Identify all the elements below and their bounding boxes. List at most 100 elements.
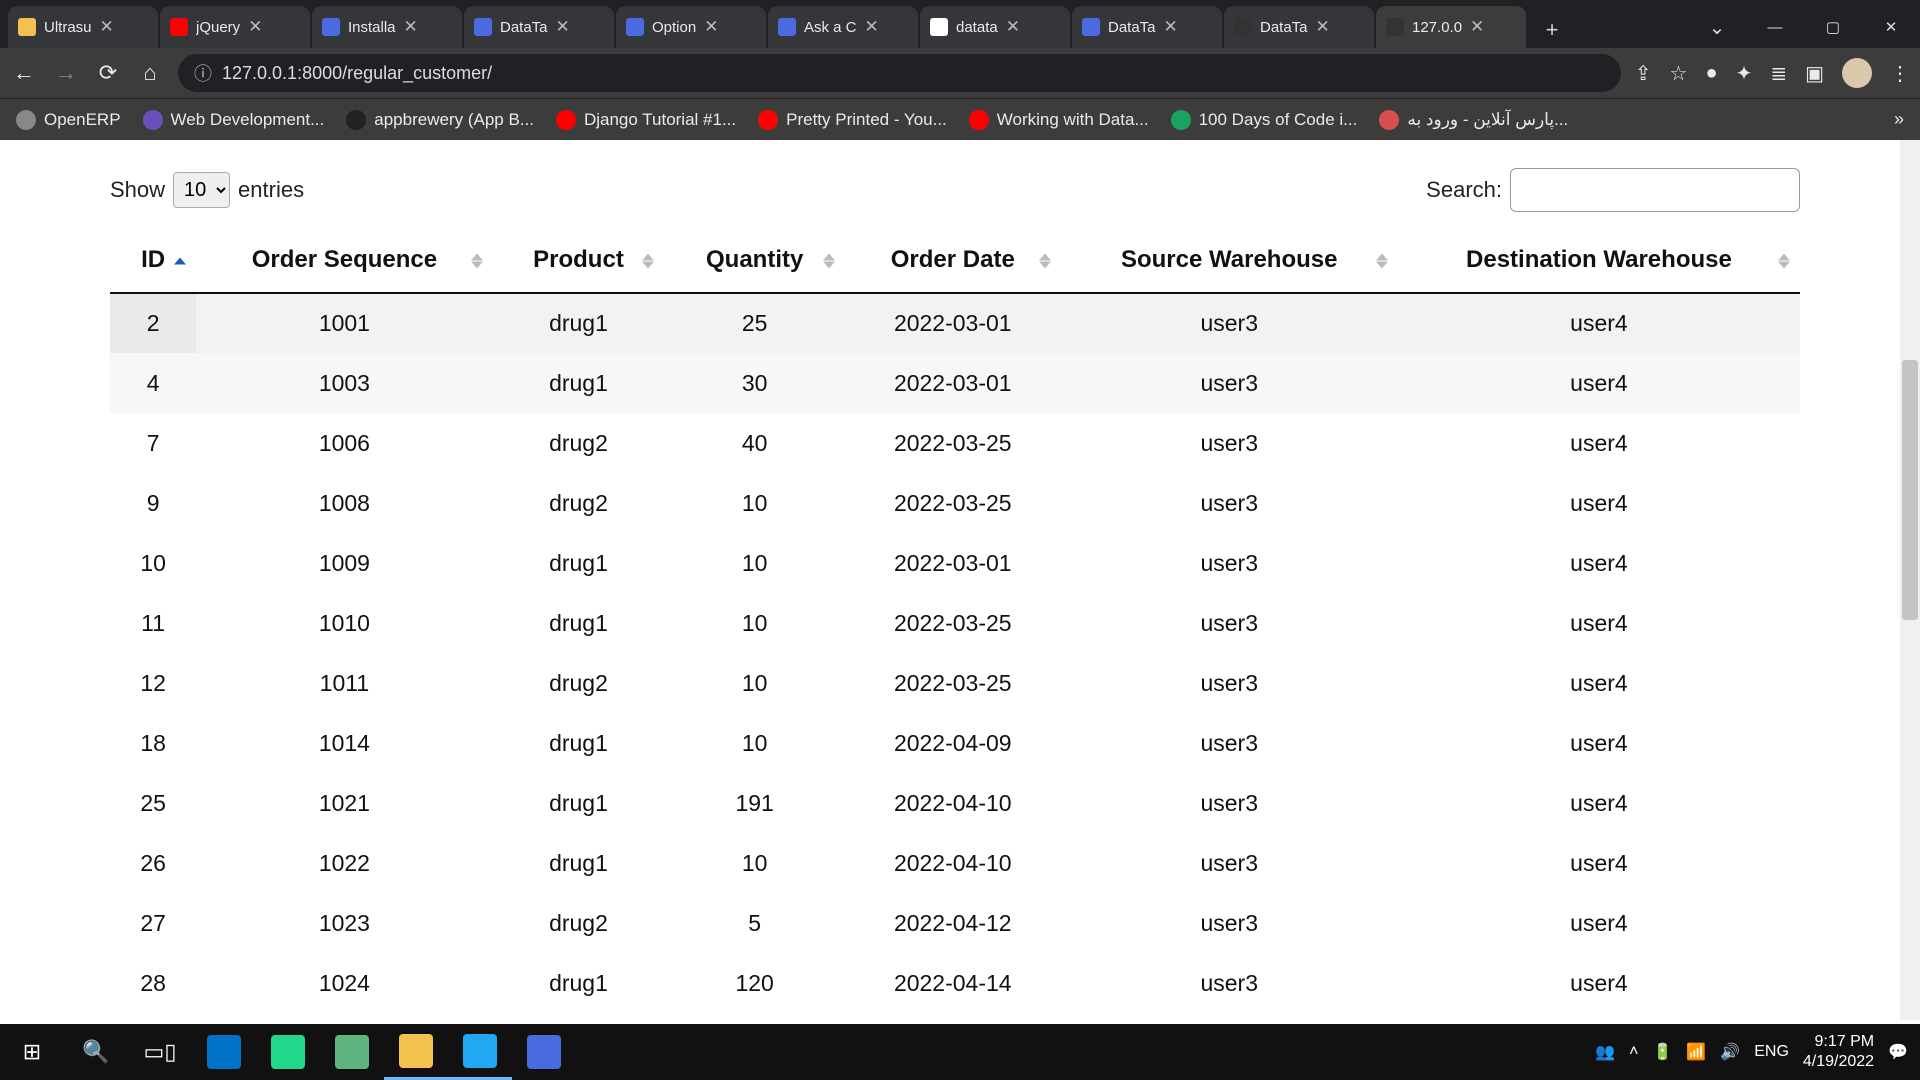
bookmark-item[interactable]: Web Development... — [143, 110, 325, 130]
table-row[interactable]: 251021drug11912022-04-10user3user4 — [110, 773, 1800, 833]
home-button[interactable]: ⌂ — [136, 59, 164, 87]
tab-favicon-icon — [778, 18, 796, 36]
tab-close-icon[interactable]: ✕ — [404, 17, 418, 37]
bookmark-label: پارس آنلاین - ورود به... — [1407, 110, 1568, 130]
bookmark-item[interactable]: پارس آنلاین - ورود به... — [1379, 110, 1568, 130]
table-row[interactable]: 71006drug2402022-03-25user3user4 — [110, 413, 1800, 473]
browser-tab[interactable]: DataTa ✕ — [1072, 6, 1222, 48]
column-header[interactable]: Destination Warehouse — [1398, 230, 1800, 293]
browser-tab[interactable]: DataTa ✕ — [464, 6, 614, 48]
column-header[interactable]: Order Date — [845, 230, 1061, 293]
browser-tab[interactable]: Ask a C ✕ — [768, 6, 918, 48]
taskbar-app-chrome[interactable] — [384, 1024, 448, 1080]
extensions-icon[interactable]: ✦ — [1736, 61, 1753, 86]
bookmark-item[interactable]: Django Tutorial #1... — [556, 110, 736, 130]
table-cell: 10 — [664, 653, 845, 713]
taskbar-app-outlook[interactable] — [192, 1024, 256, 1080]
window-maximize-button[interactable]: ▢ — [1804, 6, 1862, 48]
column-header[interactable]: Source Warehouse — [1061, 230, 1398, 293]
tab-close-icon[interactable]: ✕ — [865, 17, 879, 37]
column-header[interactable]: Product — [493, 230, 665, 293]
site-info-icon[interactable]: ⓘ — [194, 60, 212, 86]
tab-close-icon[interactable]: ✕ — [1470, 17, 1484, 37]
tab-close-icon[interactable]: ✕ — [1164, 17, 1178, 37]
reading-list-icon[interactable]: ≣ — [1770, 61, 1787, 86]
tabs-dropdown-button[interactable]: ⌄ — [1688, 6, 1746, 48]
battery-icon[interactable]: 🔋 — [1652, 1042, 1672, 1062]
table-row[interactable]: 261022drug1102022-04-10user3user4 — [110, 833, 1800, 893]
reload-button[interactable]: ⟳ — [94, 59, 122, 87]
table-cell: user4 — [1398, 653, 1800, 713]
search-input[interactable] — [1510, 168, 1800, 212]
taskbar-app-tool[interactable] — [512, 1024, 576, 1080]
pycharm-icon — [271, 1035, 305, 1069]
bookmark-item[interactable]: appbrewery (App B... — [346, 110, 534, 130]
vertical-scrollbar[interactable] — [1900, 140, 1920, 1020]
bookmark-label: 100 Days of Code i... — [1199, 110, 1358, 130]
bookmark-item[interactable]: Pretty Printed - You... — [758, 110, 947, 130]
side-panel-icon[interactable]: ▣ — [1805, 61, 1824, 86]
scrollbar-thumb[interactable] — [1902, 360, 1918, 620]
table-row[interactable]: 21001drug1252022-03-01user3user4 — [110, 293, 1800, 353]
taskbar-app-pycharm[interactable] — [256, 1024, 320, 1080]
table-row[interactable]: 121011drug2102022-03-25user3user4 — [110, 653, 1800, 713]
back-button[interactable]: ← — [10, 59, 38, 87]
table-row[interactable]: 41003drug1302022-03-01user3user4 — [110, 353, 1800, 413]
table-row[interactable]: 181014drug1102022-04-09user3user4 — [110, 713, 1800, 773]
column-header[interactable]: Order Sequence — [196, 230, 492, 293]
taskbar-app-atom[interactable] — [320, 1024, 384, 1080]
table-cell: drug1 — [493, 293, 665, 353]
tab-close-icon[interactable]: ✕ — [1006, 17, 1020, 37]
bookmark-star-icon[interactable]: ☆ — [1670, 61, 1688, 86]
browser-tab[interactable]: DataTa ✕ — [1224, 6, 1374, 48]
browser-tab[interactable]: Option ✕ — [616, 6, 766, 48]
new-tab-button[interactable]: + — [1534, 12, 1570, 48]
share-icon[interactable]: ⇪ — [1635, 61, 1652, 86]
window-minimize-button[interactable]: — — [1746, 6, 1804, 48]
table-row[interactable]: 91008drug2102022-03-25user3user4 — [110, 473, 1800, 533]
browser-tab[interactable]: Installa ✕ — [312, 6, 462, 48]
profile-avatar[interactable] — [1842, 58, 1872, 88]
system-clock[interactable]: 9:17 PM 4/19/2022 — [1803, 1032, 1874, 1072]
people-icon[interactable]: 👥 — [1595, 1042, 1615, 1062]
language-indicator[interactable]: ENG — [1754, 1043, 1789, 1061]
table-cell: drug1 — [493, 773, 665, 833]
column-header[interactable]: ID — [110, 230, 196, 293]
browser-tab[interactable]: datata ✕ — [920, 6, 1070, 48]
sort-icon — [174, 258, 186, 265]
taskbar-search-button[interactable]: 🔍 — [64, 1024, 128, 1080]
notifications-icon[interactable]: 💬 — [1888, 1042, 1908, 1062]
tab-close-icon[interactable]: ✕ — [248, 17, 262, 37]
bookmark-item[interactable]: 100 Days of Code i... — [1171, 110, 1358, 130]
table-row[interactable]: 281024drug11202022-04-14user3user4 — [110, 953, 1800, 1013]
tab-close-icon[interactable]: ✕ — [704, 17, 718, 37]
column-header[interactable]: Quantity — [664, 230, 845, 293]
tab-close-icon[interactable]: ✕ — [1316, 17, 1330, 37]
bookmarks-overflow-button[interactable]: » — [1894, 109, 1904, 130]
tab-close-icon[interactable]: ✕ — [556, 17, 570, 37]
sound-icon[interactable]: 🔊 — [1720, 1042, 1740, 1062]
browser-tab[interactable]: jQuery ✕ — [160, 6, 310, 48]
taskbar-app-vscode[interactable] — [448, 1024, 512, 1080]
menu-icon[interactable]: ⋮ — [1890, 61, 1910, 86]
table-row[interactable]: 111010drug1102022-03-25user3user4 — [110, 593, 1800, 653]
table-cell: 7 — [110, 413, 196, 473]
window-close-button[interactable]: ✕ — [1862, 6, 1920, 48]
length-control: Show 10 entries — [110, 172, 304, 208]
wifi-icon[interactable]: 📶 — [1686, 1042, 1706, 1062]
table-row[interactable]: 101009drug1102022-03-01user3user4 — [110, 533, 1800, 593]
task-view-button[interactable]: ▭▯ — [128, 1024, 192, 1080]
browser-tab[interactable]: Ultrasu ✕ — [8, 6, 158, 48]
bookmark-item[interactable]: Working with Data... — [969, 110, 1149, 130]
length-select[interactable]: 10 — [173, 172, 230, 208]
browser-tab[interactable]: 127.0.0 ✕ — [1376, 6, 1526, 48]
table-row[interactable]: 271023drug252022-04-12user3user4 — [110, 893, 1800, 953]
forward-button[interactable]: → — [52, 59, 80, 87]
address-bar[interactable]: ⓘ 127.0.0.1:8000/regular_customer/ — [178, 54, 1621, 92]
bookmark-label: Working with Data... — [997, 110, 1149, 130]
profile-dot-icon[interactable]: ● — [1705, 62, 1717, 85]
tray-chevron-icon[interactable]: ˄ — [1629, 1043, 1638, 1061]
bookmark-item[interactable]: OpenERP — [16, 110, 121, 130]
tab-close-icon[interactable]: ✕ — [100, 17, 114, 37]
start-button[interactable]: ⊞ — [0, 1024, 64, 1080]
